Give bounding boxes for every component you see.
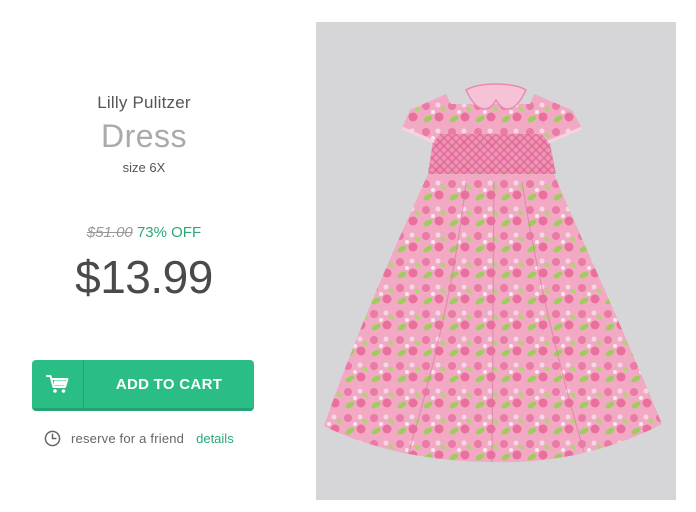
- dress-image: [316, 22, 676, 500]
- reserve-row: reserve for a friend details: [44, 430, 234, 447]
- cart-icon-box: [32, 360, 84, 408]
- reserve-for-friend-link[interactable]: reserve for a friend: [71, 431, 184, 446]
- clock-icon: [44, 430, 61, 447]
- product-type: Dress: [100, 118, 188, 154]
- discount-label: 73% OFF: [136, 224, 202, 241]
- pricing-row: $51.00 73% OFF: [0, 224, 288, 241]
- product-info-panel: Lilly Pulitzer Dress size 6X $51.00 73% …: [0, 0, 300, 512]
- product-photo: [316, 22, 676, 500]
- cart-icon: [45, 375, 68, 393]
- add-to-cart-label: ADD TO CART: [115, 375, 223, 393]
- sale-price: $13.99: [75, 251, 213, 303]
- original-price: $51.00: [86, 224, 133, 241]
- product-size: size 6X: [122, 160, 166, 175]
- add-to-cart-button[interactable]: ADD TO CART: [32, 360, 254, 411]
- product-brand: Lilly Pulitzer: [97, 93, 191, 112]
- details-link[interactable]: details: [196, 431, 234, 446]
